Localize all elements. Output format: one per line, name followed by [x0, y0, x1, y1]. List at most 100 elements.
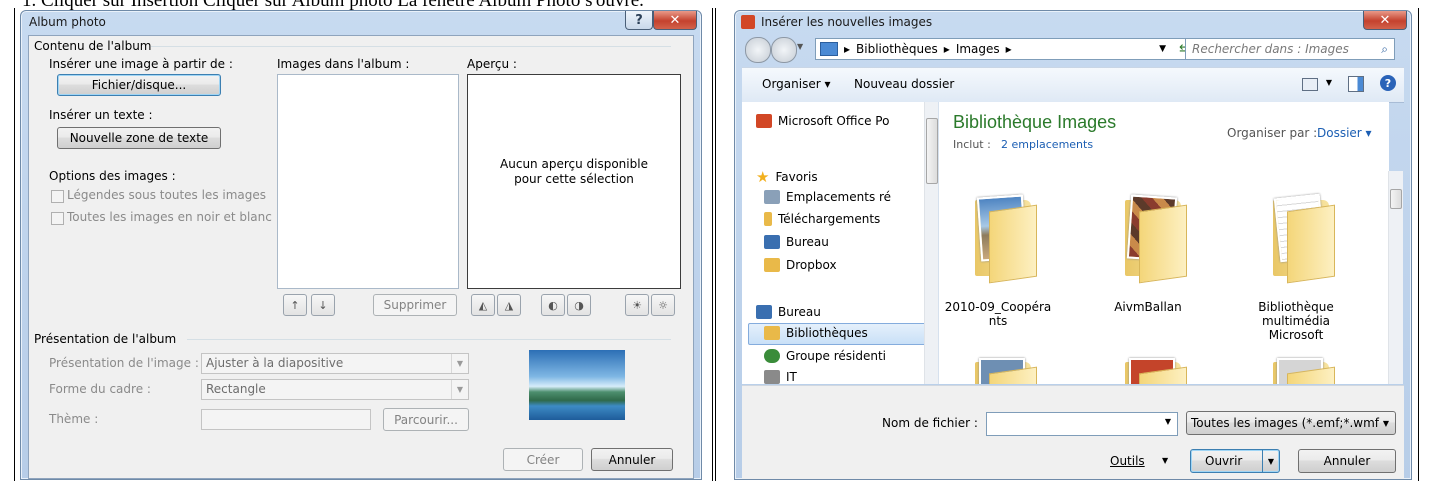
chevron-down-icon: ▼: [451, 380, 468, 399]
nav-item-label: Favoris: [775, 170, 818, 184]
library-icon: [820, 42, 838, 56]
chevron-down-icon[interactable]: ▼: [1165, 417, 1171, 426]
rotate-left-icon[interactable]: ◭: [471, 294, 495, 316]
library-title: Bibliothèque Images: [953, 112, 1117, 132]
breadcrumb-images[interactable]: Images: [956, 42, 1000, 56]
brightness-down-icon[interactable]: ☼: [651, 294, 675, 316]
images-in-album-list[interactable]: [277, 74, 459, 289]
view-options-icon[interactable]: [1302, 78, 1318, 91]
cancel-button[interactable]: Annuler: [591, 448, 673, 471]
rotate-right-icon[interactable]: ◮: [497, 294, 521, 316]
create-button[interactable]: Créer: [503, 448, 583, 471]
search-icon: ⌕: [1381, 41, 1388, 56]
frame-shape-label: Forme du cadre :: [49, 382, 151, 396]
arrange-by-select[interactable]: Dossier ▾: [1317, 126, 1372, 140]
folder-icon[interactable]: [965, 190, 1045, 284]
filter-value: Toutes les images (*.emf;*.wmf: [1191, 416, 1379, 430]
picture-layout-select[interactable]: Ajuster à la diapositive ▼: [201, 353, 469, 374]
new-text-box-button[interactable]: Nouvelle zone de texte: [57, 127, 221, 149]
folder-name: Bibliothèque multimédia Microsoft: [1258, 300, 1334, 342]
nav-item-downloads[interactable]: Téléchargements: [764, 212, 880, 226]
chevron-down-icon[interactable]: ▼: [1326, 78, 1332, 87]
chevron-down-icon: ▼: [451, 354, 468, 373]
arrange-by-label: Organiser par :: [1227, 126, 1318, 140]
captions-option-label: Légendes sous toutes les images: [67, 188, 267, 202]
folder-icon[interactable]: [1115, 352, 1195, 384]
nav-item-label: IT: [786, 370, 797, 384]
nav-item-label: Dropbox: [786, 258, 837, 272]
library-locations-link[interactable]: 2 emplacements: [1001, 138, 1093, 151]
filename-label: Nom de fichier :: [882, 416, 978, 430]
file-type-filter[interactable]: Toutes les images (*.emf;*.wmf ▼: [1186, 411, 1396, 435]
preview-pane: Aucun aperçu disponible pour cette sélec…: [467, 74, 681, 289]
folder-icon[interactable]: [1263, 352, 1343, 384]
close-button[interactable]: ✕: [1363, 11, 1407, 30]
no-preview-text: Aucun aperçu disponible pour cette sélec…: [500, 157, 648, 186]
browse-button[interactable]: Parcourir...: [383, 408, 469, 431]
picture-layout-label: Présentation de l'image :: [49, 356, 199, 370]
frame-shape-select[interactable]: Rectangle ▼: [201, 379, 469, 400]
contrast-down-icon[interactable]: ◑: [567, 294, 591, 316]
organize-menu[interactable]: Organiser ▾: [762, 77, 830, 91]
group-divider: [151, 46, 671, 47]
desktop-icon: [764, 235, 780, 249]
open-button[interactable]: Ouvrir ▼: [1190, 449, 1280, 473]
title-bar: Insérer les nouvelles images ✕: [735, 11, 1411, 35]
nav-item-favorites[interactable]: ★ Favoris: [756, 168, 818, 186]
nav-item-label: Bureau: [778, 305, 821, 319]
folder-icon[interactable]: [965, 352, 1045, 384]
image-options-label: Options des images :: [49, 169, 176, 183]
dialog-body: Contenu de l'album Insérer une image à p…: [28, 35, 694, 479]
nav-item-libraries[interactable]: Bibliothèques: [764, 326, 868, 340]
downloads-folder-icon: [764, 212, 772, 226]
content-scrollbar[interactable]: [1388, 171, 1403, 384]
nav-item-label: Bureau: [786, 235, 829, 249]
scrollbar-thumb[interactable]: [926, 118, 938, 184]
help-button[interactable]: ?: [625, 11, 653, 30]
nav-item-it[interactable]: IT: [764, 370, 797, 384]
move-up-button[interactable]: ↑: [283, 294, 307, 316]
new-folder-button[interactable]: Nouveau dossier: [854, 77, 954, 91]
nav-item-recent-places[interactable]: Emplacements ré: [764, 190, 891, 204]
folder-icon[interactable]: [1115, 190, 1195, 284]
homegroup-icon: [764, 349, 780, 363]
group-divider: [187, 339, 671, 340]
history-dropdown-icon[interactable]: ▼: [797, 42, 803, 51]
nav-item-desktop-root[interactable]: Bureau: [756, 305, 821, 319]
search-input[interactable]: Rechercher dans : Images ⌕: [1185, 38, 1395, 60]
black-white-checkbox[interactable]: [51, 212, 64, 225]
folder-icon[interactable]: [1263, 190, 1343, 284]
cancel-button[interactable]: Annuler: [1298, 449, 1396, 473]
nav-scrollbar[interactable]: [924, 102, 938, 384]
contrast-up-icon[interactable]: ◐: [541, 294, 565, 316]
file-disk-button[interactable]: Fichier/disque...: [57, 74, 221, 96]
brightness-up-icon[interactable]: ☀: [625, 294, 649, 316]
nav-item-office[interactable]: Microsoft Office Po: [756, 114, 889, 128]
breadcrumb-libraries[interactable]: Bibliothèques: [856, 42, 938, 56]
album-photo-dialog: Album photo ? ✕ Contenu de l'album Insér…: [20, 10, 702, 480]
navigation-pane: Microsoft Office Po ★ Favoris Emplacemen…: [742, 102, 939, 384]
theme-input[interactable]: [201, 409, 371, 430]
address-bar[interactable]: ▸ Bibliothèques ▸ Images ▸ ▼ ⇆: [815, 38, 1195, 60]
preview-pane-icon[interactable]: [1348, 76, 1364, 92]
chevron-down-icon[interactable]: ▼: [1162, 456, 1168, 465]
chevron-down-icon[interactable]: ▼: [1262, 450, 1279, 472]
scrollbar-thumb[interactable]: [1390, 189, 1402, 209]
nav-item-dropbox[interactable]: Dropbox: [764, 258, 837, 272]
captions-checkbox[interactable]: [51, 190, 64, 203]
star-icon: ★: [756, 168, 770, 186]
tools-menu[interactable]: Outils: [1110, 454, 1145, 468]
filename-input[interactable]: ▼: [986, 412, 1178, 436]
images-in-album-label: Images dans l'album :: [277, 57, 410, 71]
move-down-button[interactable]: ↓: [311, 294, 335, 316]
title-bar: Album photo ? ✕: [21, 11, 701, 35]
nav-item-homegroup[interactable]: Groupe résidenti: [764, 349, 886, 363]
remove-button[interactable]: Supprimer: [373, 294, 457, 316]
nav-item-desktop[interactable]: Bureau: [764, 235, 829, 249]
chevron-down-icon: ▼: [1382, 418, 1389, 428]
help-icon[interactable]: ?: [1380, 75, 1396, 91]
close-button[interactable]: ✕: [653, 11, 697, 30]
back-button[interactable]: [745, 37, 771, 63]
chevron-down-icon[interactable]: ▼: [1159, 44, 1166, 54]
forward-button[interactable]: [771, 37, 797, 63]
